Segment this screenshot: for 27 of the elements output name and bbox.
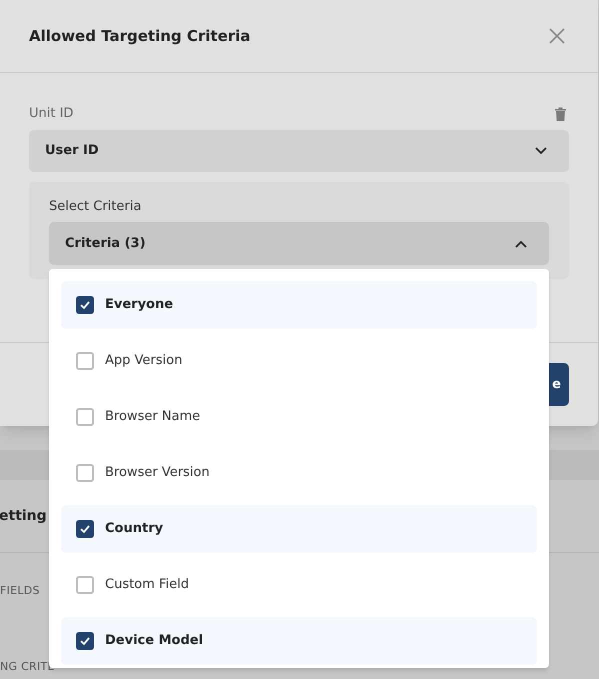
criteria-option[interactable]: Country xyxy=(61,505,537,553)
criteria-select[interactable]: Criteria (3) xyxy=(49,222,549,265)
criteria-option[interactable]: Device Model xyxy=(61,617,537,665)
checkbox[interactable] xyxy=(76,296,94,314)
unit-id-select[interactable]: User ID xyxy=(29,130,569,172)
criteria-option[interactable]: Everyone xyxy=(61,281,537,329)
check-icon xyxy=(79,299,91,311)
field-label: Select Criteria xyxy=(49,198,142,216)
checkbox[interactable] xyxy=(76,352,94,370)
checkbox[interactable] xyxy=(76,408,94,426)
checkbox[interactable] xyxy=(76,520,94,538)
criteria-option[interactable]: App Version xyxy=(61,337,537,385)
dialog-title: Allowed Targeting Criteria xyxy=(29,26,250,47)
field-label: Unit ID xyxy=(29,105,74,123)
chevron-up-icon xyxy=(515,240,527,248)
check-icon xyxy=(79,523,91,535)
checkbox[interactable] xyxy=(76,464,94,482)
checkbox[interactable] xyxy=(76,576,94,594)
check-icon xyxy=(79,635,91,647)
tab-label: FIELDS xyxy=(0,582,40,599)
criteria-option[interactable]: Browser Name xyxy=(61,393,537,441)
chevron-down-icon xyxy=(535,146,547,154)
trash-icon[interactable] xyxy=(555,106,566,121)
criteria-option[interactable]: Browser Version xyxy=(61,449,537,497)
checkbox[interactable] xyxy=(76,632,94,650)
close-icon[interactable] xyxy=(549,28,565,44)
criteria-option[interactable]: Custom Field xyxy=(61,561,537,609)
